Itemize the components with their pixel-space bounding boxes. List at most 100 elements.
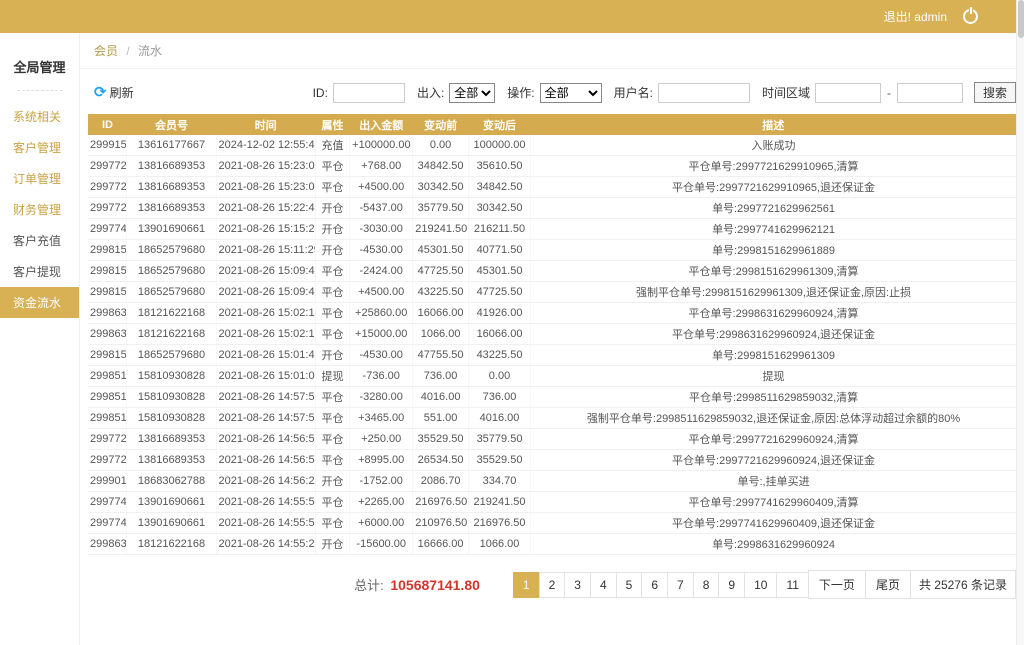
- sidebar-item-flow[interactable]: 资金流水: [0, 287, 79, 318]
- table-cell: 平仓单号:2998511629859032,清算: [530, 386, 1016, 408]
- last-page-button[interactable]: 尾页: [864, 570, 911, 599]
- time-end-input[interactable]: [896, 82, 963, 103]
- logout-link[interactable]: 退出! admin: [884, 8, 947, 25]
- inout-select[interactable]: 全部: [449, 82, 496, 103]
- table-cell: 13816689353: [126, 428, 217, 450]
- col-header-after: 变动后: [468, 114, 531, 135]
- page-button[interactable]: 8: [692, 571, 720, 598]
- page-button[interactable]: 6: [641, 571, 669, 598]
- flow-table: ID 会员号 时间 属性 出入金额 变动前 变动后 描述 299915 13616…: [88, 114, 1016, 555]
- table-cell: +768.00: [349, 155, 414, 177]
- table-cell: 16666.00: [412, 533, 469, 555]
- time-start-input[interactable]: [814, 82, 881, 103]
- table-cell: 219241.50: [468, 491, 532, 513]
- table-cell: +3465.00: [349, 407, 414, 429]
- sidebar-title: 全局管理: [13, 60, 66, 75]
- table-cell: 2021-08-26 15:01:49: [216, 344, 316, 366]
- search-button[interactable]: 搜索: [973, 82, 1016, 103]
- table-cell: 13816689353: [126, 449, 217, 471]
- username-filter-label: 用户名:: [613, 86, 653, 100]
- table-cell: 736.00: [468, 386, 532, 408]
- toolbar: 刷新 ID: 出入: 全部 操作: 全部 用户名: 时间区域 - 搜索: [80, 69, 1024, 114]
- table-cell: +4500.00: [349, 281, 414, 303]
- page-button[interactable]: 7: [667, 571, 694, 598]
- page-button[interactable]: 3: [564, 571, 591, 598]
- refresh-button[interactable]: 刷新: [94, 84, 134, 101]
- table-cell: 平仓单号:2997741629960409,退还保证金: [530, 512, 1016, 534]
- time-range-separator: -: [886, 85, 891, 100]
- table-cell: 0.00: [468, 365, 532, 387]
- table-row: 299851 15810930828 2021-08-26 15:01:06 提现 -7…: [88, 365, 1016, 387]
- filter-bar: ID: 出入: 全部 操作: 全部 用户名: 时间区域 - 搜索: [306, 82, 1016, 103]
- table-cell: 平仓: [315, 176, 351, 198]
- power-icon[interactable]: [963, 9, 978, 24]
- table-cell: 18121622168: [126, 323, 217, 345]
- table-cell: 2021-08-26 15:09:47: [216, 281, 316, 303]
- table-cell: 16066.00: [412, 302, 469, 324]
- table-cell: 2024-12-02 12:55:47: [216, 135, 316, 156]
- table-cell: 15810930828: [126, 407, 217, 429]
- inout-filter-label: 出入:: [416, 86, 445, 100]
- page-button[interactable]: 4: [589, 571, 617, 598]
- page-button[interactable]: 10: [744, 571, 778, 598]
- table-cell: 2021-08-26 14:57:53: [216, 407, 316, 429]
- sidebar-item-finance[interactable]: 财务管理: [0, 194, 79, 225]
- table-cell: 299863: [88, 533, 128, 555]
- table-cell: 2021-08-26 15:02:17: [216, 302, 316, 324]
- scrollbar-thumb[interactable]: [1018, 0, 1024, 38]
- table-row: 299863 18121622168 2021-08-26 14:55:24 开仓 -1…: [88, 533, 1016, 555]
- page-button[interactable]: 9: [718, 571, 746, 598]
- table-cell: 299863: [88, 302, 128, 324]
- table-cell: 平仓单号:2997741629960409,清算: [530, 491, 1016, 513]
- id-filter-input[interactable]: [332, 82, 405, 103]
- sidebar-item-customer[interactable]: 客户管理: [0, 132, 79, 163]
- table-cell: -4530.00: [349, 344, 414, 366]
- table-row: 299863 18121622168 2021-08-26 15:02:17 平仓 +2…: [88, 302, 1016, 324]
- table-cell: 47725.50: [412, 260, 469, 282]
- table-cell: -2424.00: [349, 260, 414, 282]
- table-cell: 平仓: [315, 512, 351, 534]
- table-cell: 2021-08-26 15:23:09: [216, 155, 316, 177]
- table-cell: 强制平仓单号:2998511629859032,退还保证金,原因:总体浮动超过余…: [530, 407, 1016, 429]
- table-row: 299774 13901690661 2021-08-26 14:55:54 平仓 +2…: [88, 491, 1016, 513]
- table-cell: 299851: [88, 407, 128, 429]
- table-cell: -4530.00: [349, 239, 414, 261]
- table-cell: 2021-08-26 15:22:41: [216, 197, 316, 219]
- table-row: 299815 18652579680 2021-08-26 15:09:47 平仓 -2…: [88, 260, 1016, 282]
- table-row: 299851 15810930828 2021-08-26 14:57:53 平仓 +3…: [88, 407, 1016, 429]
- page-button[interactable]: 2: [538, 571, 566, 598]
- table-cell: +2265.00: [349, 491, 414, 513]
- vertical-scrollbar[interactable]: [1016, 0, 1024, 645]
- table-cell: 平仓单号:2997721629910965,退还保证金: [530, 176, 1016, 198]
- page-button[interactable]: 5: [615, 571, 643, 598]
- table-cell: 2021-08-26 14:55:54: [216, 512, 316, 534]
- sidebar-item-withdraw[interactable]: 客户提现: [0, 256, 79, 287]
- username-filter-input[interactable]: [657, 82, 750, 103]
- table-row: 299774 13901690661 2021-08-26 15:15:21 开仓 -3…: [88, 218, 1016, 240]
- table-cell: 平仓: [315, 449, 351, 471]
- table-cell: 平仓单号:2998151629961309,清算: [530, 260, 1016, 282]
- operation-select[interactable]: 全部: [539, 82, 602, 103]
- next-page-button[interactable]: 下一页: [807, 570, 866, 599]
- table-cell: 299851: [88, 365, 128, 387]
- table-row: 299815 18652579680 2021-08-26 15:01:49 开仓 -4…: [88, 344, 1016, 366]
- table-cell: 41926.00: [468, 302, 532, 324]
- page-button[interactable]: 1: [512, 571, 540, 598]
- table-cell: 45301.50: [468, 260, 532, 282]
- sidebar-item-orders[interactable]: 订单管理: [0, 163, 79, 194]
- sidebar-item-deposit[interactable]: 客户充值: [0, 225, 79, 256]
- table-cell: 单号:2997721629962561: [530, 197, 1016, 219]
- breadcrumb-parent[interactable]: 会员: [94, 44, 118, 58]
- table-cell: 18652579680: [126, 260, 217, 282]
- table-cell: -3030.00: [349, 218, 414, 240]
- main-content: 会员 / 流水 刷新 ID: 出入: 全部 操作: 全部 用户名: 时间区域 -…: [80, 33, 1024, 609]
- table-cell: 开仓: [315, 470, 351, 492]
- table-cell: -1752.00: [349, 470, 414, 492]
- page-button[interactable]: 11: [776, 571, 809, 598]
- sidebar-item-system[interactable]: 系统相关: [0, 101, 79, 132]
- table-row: 299815 18652579680 2021-08-26 15:11:29 开仓 -4…: [88, 239, 1016, 261]
- table-footer: 总计: 105687141.80 1 2 3 4 5 6 7 8 9 10 11 下一页 尾页 共 …: [80, 555, 1024, 609]
- breadcrumb-separator: /: [126, 44, 130, 58]
- table-row: 299772 13816689353 2021-08-26 15:22:41 开仓 -5…: [88, 197, 1016, 219]
- table-cell: 18652579680: [126, 344, 217, 366]
